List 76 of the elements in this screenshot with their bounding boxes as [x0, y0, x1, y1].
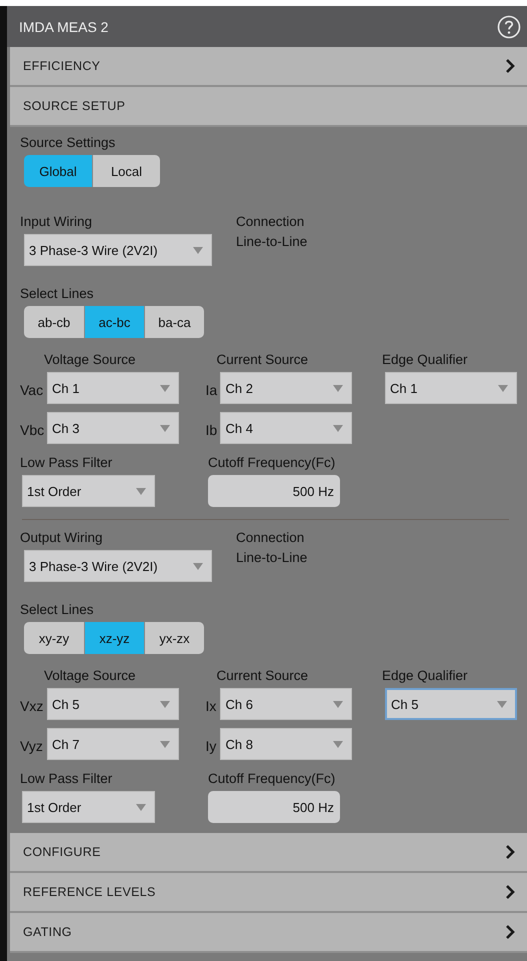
section-header[interactable]: SOURCE SETUP — [10, 87, 527, 127]
line-option[interactable]: yx-zx — [144, 622, 204, 654]
toggle-option[interactable]: Global — [24, 155, 92, 187]
dropdown[interactable]: Ch 3 — [47, 412, 179, 444]
dropdown[interactable]: 3 Phase-3 Wire (2V2I) — [24, 234, 212, 266]
line-option[interactable]: xy-zy — [24, 622, 84, 654]
source-prefix: Vac — [20, 382, 44, 398]
dropdown[interactable]: Ch 5 — [385, 688, 517, 720]
section-header[interactable]: REFERENCE LEVELS — [10, 873, 527, 913]
field-label: Connection — [236, 530, 306, 545]
field-label: Source Settings — [20, 135, 116, 150]
line-option[interactable]: xz-yz — [84, 622, 144, 654]
connection-value: Line-to-Line — [236, 550, 308, 565]
dropdown-arrow-icon — [193, 562, 203, 570]
field-label: Output Wiring — [20, 530, 104, 545]
line-option[interactable]: ab-cb — [24, 306, 84, 338]
chevron-right-icon — [505, 925, 515, 939]
field-label: Connection — [236, 214, 306, 229]
connection-value: Line-to-Line — [236, 234, 308, 249]
dropdown-arrow-icon — [498, 384, 508, 392]
toggle-option[interactable]: Local — [92, 155, 160, 187]
column-heading: Edge Qualifier — [382, 668, 469, 683]
line-option[interactable]: ba-ca — [144, 306, 204, 338]
dropdown[interactable]: Ch 7 — [47, 728, 179, 760]
section-header[interactable]: GATING — [10, 913, 527, 953]
source-prefix: Iy — [205, 738, 218, 754]
dropdown-arrow-icon — [160, 700, 170, 708]
field-label: Cutoff Frequency(Fc) — [208, 771, 336, 786]
dropdown-arrow-icon — [136, 804, 146, 810]
input-field[interactable]: 500 Hz — [208, 475, 340, 507]
dropdown[interactable]: Ch 5 — [47, 688, 179, 720]
chevron-right-icon — [505, 885, 515, 899]
panel-title: IMDA MEAS 2 — [19, 18, 108, 34]
field-label: Low Pass Filter — [20, 771, 114, 786]
source-prefix: Ia — [205, 382, 218, 398]
dropdown-arrow-icon — [333, 740, 344, 748]
dropdown[interactable]: Ch 8 — [220, 728, 352, 760]
field-label: Select Lines — [20, 286, 95, 301]
column-heading: Current Source — [215, 668, 310, 683]
dropdown-arrow-icon — [160, 424, 170, 432]
field-label: Input Wiring — [20, 214, 94, 229]
help-icon[interactable] — [497, 14, 521, 38]
source-prefix: Vyz — [20, 738, 44, 754]
source-prefix: Ix — [205, 698, 218, 714]
dropdown-arrow-icon — [333, 700, 344, 708]
dropdown[interactable]: 1st Order — [22, 475, 155, 507]
dropdown-arrow-icon — [333, 384, 344, 392]
section-header[interactable]: EFFICIENCY — [10, 47, 527, 87]
input-field[interactable]: 500 Hz — [208, 791, 340, 823]
chevron-right-icon — [505, 845, 515, 859]
section-header[interactable]: CONFIGURE — [10, 833, 527, 873]
field-label: Cutoff Frequency(Fc) — [208, 455, 336, 470]
dropdown-arrow-icon — [160, 384, 170, 392]
chevron-right-icon — [505, 59, 515, 73]
dropdown-arrow-icon — [193, 246, 203, 254]
column-heading: Edge Qualifier — [382, 352, 469, 367]
dropdown[interactable]: Ch 6 — [220, 688, 352, 720]
dropdown[interactable]: Ch 2 — [220, 372, 352, 404]
dropdown-arrow-icon — [160, 740, 170, 748]
dropdown[interactable]: 1st Order — [22, 791, 155, 823]
column-heading: Current Source — [215, 352, 310, 367]
field-label: Low Pass Filter — [20, 455, 114, 470]
dropdown-arrow-icon — [333, 424, 344, 432]
dropdown-arrow-icon — [497, 700, 507, 708]
line-option[interactable]: ac-bc — [84, 306, 144, 338]
dropdown[interactable]: Ch 1 — [47, 372, 179, 404]
dropdown-arrow-icon — [136, 488, 146, 494]
dropdown[interactable]: Ch 4 — [220, 412, 352, 444]
source-prefix: Ib — [205, 422, 218, 438]
source-prefix: Vbc — [20, 422, 46, 438]
dropdown[interactable]: Ch 1 — [385, 372, 517, 404]
dropdown[interactable]: 3 Phase-3 Wire (2V2I) — [24, 550, 212, 582]
column-heading: Voltage Source — [43, 352, 137, 367]
field-label: Select Lines — [20, 602, 95, 617]
column-heading: Voltage Source — [43, 668, 137, 683]
source-prefix: Vxz — [20, 698, 44, 714]
